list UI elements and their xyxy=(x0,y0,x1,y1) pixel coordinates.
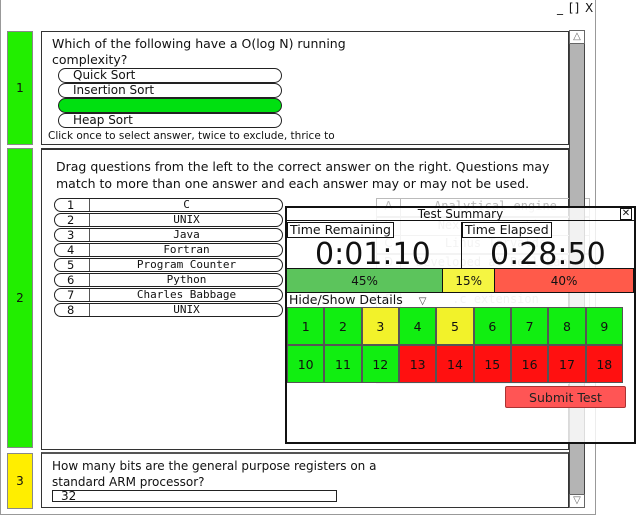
close-icon[interactable]: ✕ xyxy=(620,208,632,220)
question-status-cell[interactable]: 10 xyxy=(287,345,325,383)
draggable-item[interactable]: 1C xyxy=(54,198,283,212)
time-elapsed-label: Time Elapsed xyxy=(462,222,552,238)
scroll-down-icon[interactable]: ▽ xyxy=(569,494,585,508)
item-number: 2 xyxy=(55,214,90,226)
test-summary-panel: Test Summary ✕ Time Remaining 0:01:10 Ti… xyxy=(285,206,636,444)
draggable-item[interactable]: 8 UNIX xyxy=(54,303,283,317)
question-status-cell[interactable]: 16 xyxy=(510,345,549,383)
question-status-cell[interactable]: 8 xyxy=(548,307,586,345)
question-status-cell[interactable]: 2 xyxy=(324,307,362,345)
draggable-item[interactable]: 3 Java xyxy=(54,228,283,242)
question-status-cell[interactable]: 14 xyxy=(436,345,474,383)
question-1-panel: Which of the following have a O(log N) r… xyxy=(41,31,569,145)
item-value: UNIX xyxy=(173,303,200,316)
window-controls[interactable]: _ [] X xyxy=(557,1,594,15)
prompt-line: How many bits are the general purpose re… xyxy=(52,459,377,473)
question-status-grid: 1 2 3 4 5 6 7 8 9 10 11 12 13 14 15 16 17 18 xyxy=(287,307,623,383)
draggable-item[interactable]: 5 Program Counter xyxy=(54,258,283,272)
progress-bar: 45% 15% 40% xyxy=(287,268,634,293)
summary-title: Test Summary xyxy=(287,208,634,221)
instruction-hint: Click once to select answer, twice to ex… xyxy=(48,130,335,142)
sidebar-tab-2[interactable]: 2 xyxy=(7,148,33,448)
option-selected[interactable] xyxy=(58,98,282,113)
time-remaining-label: Time Remaining xyxy=(287,222,394,238)
item-value: UNIX xyxy=(173,213,200,226)
question-status-cell[interactable]: 13 xyxy=(398,345,437,383)
question-status-cell[interactable]: 11 xyxy=(324,345,362,383)
draggable-item[interactable]: 2 UNIX xyxy=(54,213,283,227)
submit-test-button[interactable]: Submit Test xyxy=(505,386,626,408)
item-value: Charles Babbage xyxy=(136,288,237,301)
sidebar-tab-label: 2 xyxy=(16,291,24,305)
question-2-prompt: Drag questions from the left to the corr… xyxy=(56,158,549,192)
sidebar-tab-3[interactable]: 3 xyxy=(7,453,33,509)
sidebar-tab-label: 3 xyxy=(16,474,24,488)
sidebar-tab-label: 1 xyxy=(16,81,24,95)
prompt-line: Drag questions from the left to the corr… xyxy=(56,159,550,174)
question-3-prompt: How many bits are the general purpose re… xyxy=(52,458,376,490)
item-value: Java xyxy=(173,228,200,241)
progress-segment: 40% xyxy=(495,269,634,292)
prompt-line: Which of the following have a O(log N) r… xyxy=(52,36,346,51)
question-status-cell[interactable]: 9 xyxy=(585,307,623,345)
item-value: Python xyxy=(166,273,207,286)
draggable-item[interactable]: 7 Charles Babbage xyxy=(54,288,283,302)
scroll-up-icon[interactable]: △ xyxy=(569,30,585,44)
item-value: C xyxy=(183,198,190,211)
answer-input[interactable]: 32 xyxy=(52,490,337,502)
item-number: 3 xyxy=(55,229,90,241)
prompt-line: complexity? xyxy=(52,52,128,67)
question-3-panel: How many bits are the general purpose re… xyxy=(41,452,569,508)
question-1-prompt: Which of the following have a O(log N) r… xyxy=(52,36,346,68)
question-status-cell[interactable]: 17 xyxy=(548,345,586,383)
details-toggle-label: Hide/Show Details xyxy=(289,292,403,307)
item-number: 7 xyxy=(55,289,90,301)
question-status-cell[interactable]: 3 xyxy=(361,307,399,345)
question-status-cell[interactable]: 7 xyxy=(510,307,549,345)
item-number: 8 xyxy=(55,304,90,316)
sidebar-tab-1[interactable]: 1 xyxy=(7,31,33,145)
triangle-down-icon: ▽ xyxy=(418,296,427,307)
item-number: 5 xyxy=(55,259,90,271)
question-status-cell[interactable]: 18 xyxy=(585,345,623,383)
draggable-item[interactable]: 4 Fortran xyxy=(54,243,283,257)
question-status-cell[interactable]: 5 xyxy=(436,307,474,345)
time-elapsed-value: 0:28:50 xyxy=(490,237,606,272)
item-number: 6 xyxy=(55,274,90,286)
option-quick-sort[interactable]: Quick Sort xyxy=(58,68,282,83)
time-remaining-value: 0:01:10 xyxy=(315,237,431,272)
question-status-cell[interactable]: 1 xyxy=(287,307,325,345)
prompt-line: match to more than one answer and each a… xyxy=(56,176,530,191)
progress-segment: 15% xyxy=(443,269,496,292)
prompt-line: standard ARM processor? xyxy=(52,475,205,489)
item-value: Fortran xyxy=(163,243,210,256)
progress-segment: 45% xyxy=(287,269,444,292)
item-value: Program Counter xyxy=(136,258,237,271)
item-number: 1 xyxy=(55,199,90,211)
question-status-cell[interactable]: 15 xyxy=(473,345,511,383)
question-status-cell[interactable]: 4 xyxy=(398,307,437,345)
option-insertion-sort[interactable]: Insertion Sort xyxy=(58,83,282,98)
item-number: 4 xyxy=(55,244,90,256)
question-status-cell[interactable]: 12 xyxy=(361,345,399,383)
option-heap-sort[interactable]: Heap Sort xyxy=(58,113,282,128)
draggable-item[interactable]: 6 Python xyxy=(54,273,283,287)
question-status-cell[interactable]: 6 xyxy=(473,307,511,345)
